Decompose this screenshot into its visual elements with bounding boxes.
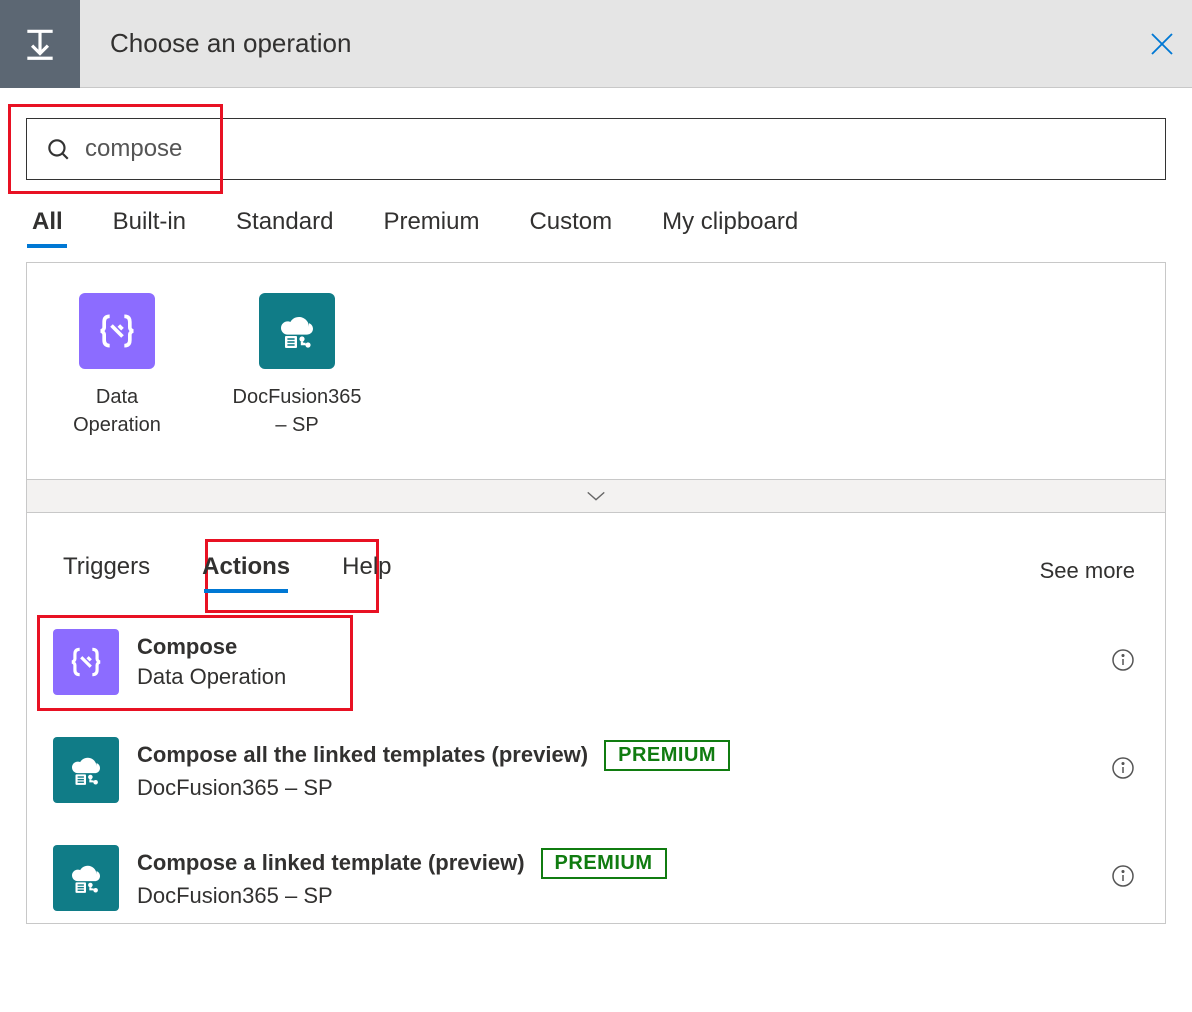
- cloud-doc-icon: [53, 845, 119, 911]
- tab-triggers[interactable]: Triggers: [57, 549, 156, 593]
- expand-toggle[interactable]: [27, 479, 1165, 513]
- tab-my-clipboard[interactable]: My clipboard: [662, 208, 798, 246]
- connector-docfusion365-sp[interactable]: DocFusion365 – SP: [237, 293, 357, 439]
- tab-standard[interactable]: Standard: [236, 208, 333, 246]
- chevron-down-icon: [585, 489, 607, 503]
- cloud-doc-icon: [53, 737, 119, 803]
- results-panel: Data Operation DocFusion365 – SP: [26, 262, 1166, 924]
- premium-badge: PREMIUM: [604, 740, 730, 771]
- dialog-title: Choose an operation: [80, 28, 1132, 59]
- connector-data-operation[interactable]: Data Operation: [57, 293, 177, 439]
- action-subtitle: DocFusion365 – SP: [137, 775, 1099, 801]
- action-item-compose[interactable]: Compose Data Operation: [27, 617, 1165, 707]
- cloud-doc-icon: [259, 293, 335, 369]
- braces-icon: [79, 293, 155, 369]
- close-icon: [1147, 29, 1177, 59]
- search-input[interactable]: [85, 135, 1147, 163]
- dialog-header: Choose an operation: [0, 0, 1192, 88]
- see-more-link[interactable]: See more: [1040, 558, 1135, 584]
- info-icon: [1111, 648, 1135, 672]
- tab-actions[interactable]: Actions: [196, 549, 296, 593]
- info-button[interactable]: [1111, 864, 1135, 893]
- action-title: Compose a linked template (preview): [137, 850, 525, 876]
- tab-all[interactable]: All: [32, 208, 63, 246]
- action-subtitle: DocFusion365 – SP: [137, 883, 1099, 909]
- action-list: Compose Data Operation: [27, 617, 1165, 923]
- action-item-compose-linked[interactable]: Compose a linked template (preview) PREM…: [27, 833, 1165, 923]
- close-button[interactable]: [1132, 29, 1192, 59]
- tab-built-in[interactable]: Built-in: [113, 208, 186, 246]
- action-subtitle: Data Operation: [137, 664, 1099, 690]
- braces-icon: [53, 629, 119, 695]
- info-button[interactable]: [1111, 648, 1135, 677]
- info-button[interactable]: [1111, 756, 1135, 785]
- filter-tabs: All Built-in Standard Premium Custom My …: [26, 208, 1166, 246]
- operation-group-icon: [0, 0, 80, 88]
- tab-custom[interactable]: Custom: [529, 208, 612, 246]
- tab-help[interactable]: Help: [336, 549, 397, 593]
- sub-tabs-row: Triggers Actions Help See more: [27, 513, 1165, 617]
- action-title: Compose: [137, 634, 237, 660]
- action-item-compose-all-linked[interactable]: Compose all the linked templates (previe…: [27, 725, 1165, 815]
- info-icon: [1111, 756, 1135, 780]
- connectors-row: Data Operation DocFusion365 – SP: [27, 263, 1165, 479]
- search-icon: [45, 136, 71, 162]
- premium-badge: PREMIUM: [541, 848, 667, 879]
- search-box[interactable]: [26, 118, 1166, 180]
- info-icon: [1111, 864, 1135, 888]
- action-title: Compose all the linked templates (previe…: [137, 742, 588, 768]
- connector-label: Data Operation: [57, 383, 177, 439]
- tab-premium[interactable]: Premium: [383, 208, 479, 246]
- connector-label: DocFusion365 – SP: [233, 383, 362, 439]
